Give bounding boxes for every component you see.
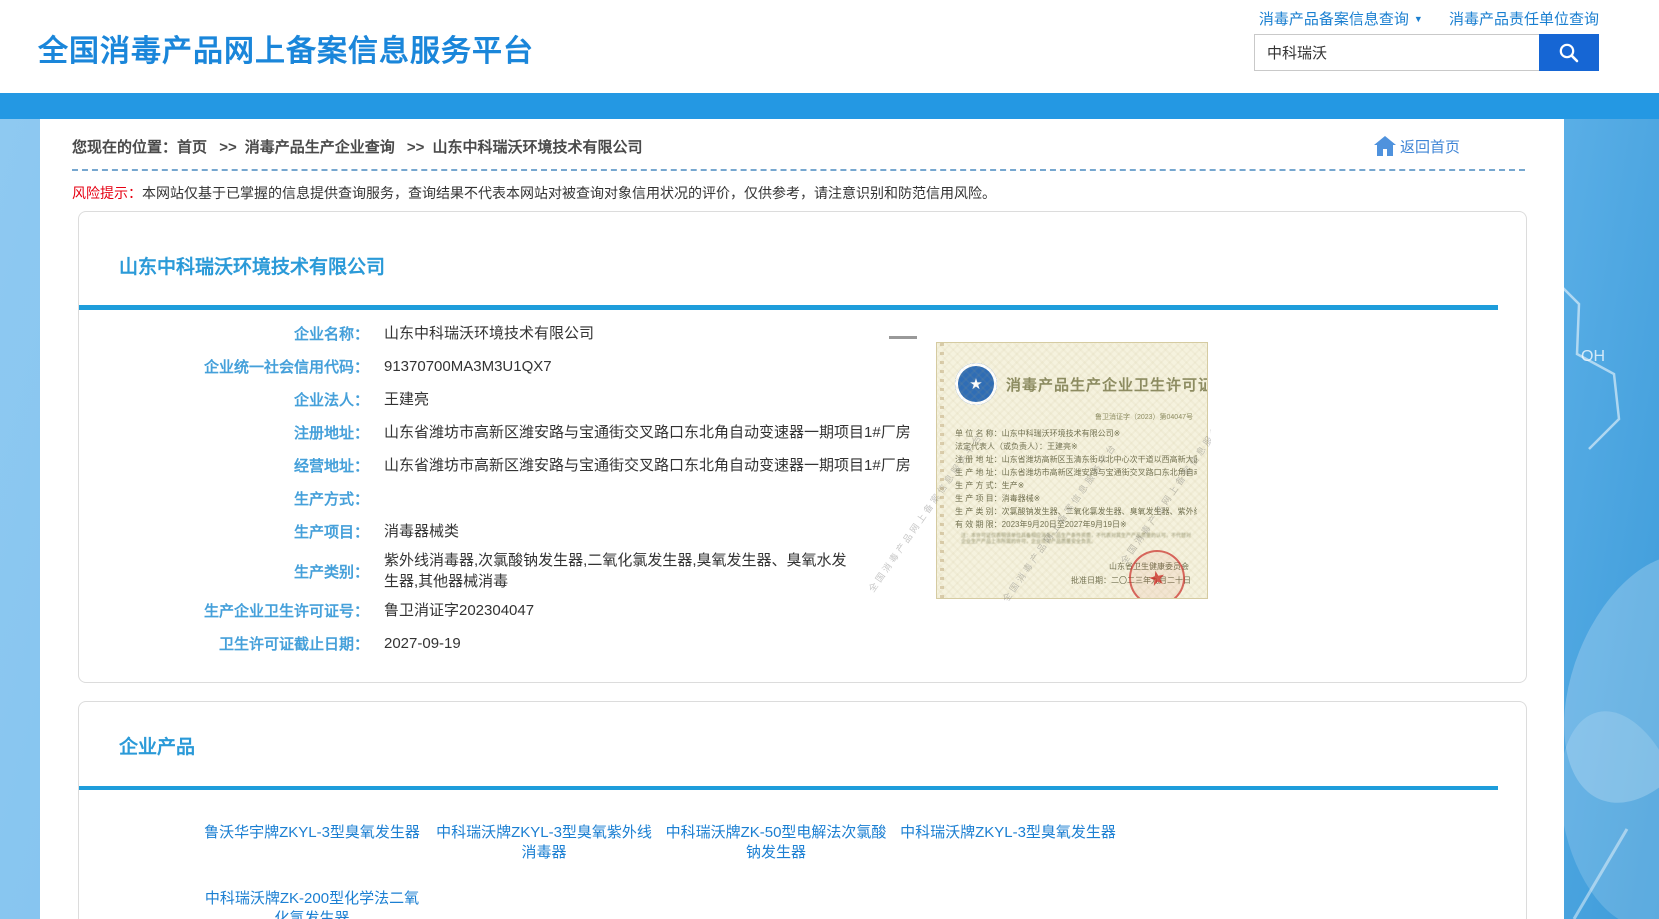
header-divider-bar <box>0 93 1659 119</box>
certificate-emblem-icon: ★ <box>955 363 997 405</box>
products-card-title: 企业产品 <box>79 702 1526 759</box>
product-item: 中科瑞沃牌ZKYL-3型臭氧发生器 <box>892 823 1124 863</box>
certificate-line: 有 效 期 限：2023年9月20日至2027年9月19日※ <box>955 518 1197 531</box>
page-background: O OH 您现在的位置：首页 >>消毒产品生产企业查询 >>山东中科瑞沃环境技术… <box>0 119 1659 919</box>
certificate-line: 法定代表人（或负责人）：王建亮※ <box>955 440 1197 453</box>
breadcrumb-home[interactable]: 首页 <box>177 139 207 156</box>
field-label: 企业统一社会信用代码： <box>79 356 369 377</box>
product-item: 中科瑞沃牌ZKYL-3型臭氧紫外线消毒器 <box>428 823 660 863</box>
svg-text:OH: OH <box>1581 348 1605 365</box>
certificate-line: 生 产 地 址：山东省潍坊市高新区潍安路与宝通街交叉路口东北角自动变速器一期项目… <box>955 466 1197 479</box>
card-title-underline <box>79 305 1498 310</box>
certificate-paper: ★ 消毒产品生产企业卫生许可证 鲁卫消证字（2023）第04047号 单 位 名… <box>936 342 1208 599</box>
field-label: 企业名称： <box>79 323 369 344</box>
field-label: 生产类别： <box>79 561 369 582</box>
site-header: 全国消毒产品网上备案信息服务平台 消毒产品备案信息查询 ▼ 消毒产品责任单位查询 <box>0 0 1659 93</box>
field-value: 2027-09-19 <box>384 633 461 654</box>
field-label: 注册地址： <box>79 422 369 443</box>
field-value: 鲁卫消证字202304047 <box>384 600 534 621</box>
nav-record-info-query-label: 消毒产品备案信息查询 <box>1259 11 1409 28</box>
certificate-line: 单 位 名 称：山东中科瑞沃环境技术有限公司※ <box>955 427 1197 440</box>
back-home-link[interactable]: 返回首页 <box>1373 135 1460 157</box>
product-link[interactable]: 鲁沃华宇牌ZKYL-3型臭氧发生器 <box>204 823 420 843</box>
field-label: 生产项目： <box>79 521 369 542</box>
home-icon <box>1373 135 1397 157</box>
search-button[interactable] <box>1539 34 1599 71</box>
field-value: 山东中科瑞沃环境技术有限公司 <box>384 323 594 344</box>
product-link[interactable]: 中科瑞沃牌ZKYL-3型臭氧紫外线消毒器 <box>432 823 656 863</box>
product-item: 中科瑞沃牌ZK-200型化学法二氧化氯发生器 <box>196 889 428 919</box>
company-fields: 企业名称： 山东中科瑞沃环境技术有限公司 企业统一社会信用代码： 91370700M… <box>79 317 979 660</box>
breadcrumb-company-query[interactable]: 消毒产品生产企业查询 <box>245 139 395 156</box>
product-item: 鲁沃华宇牌ZKYL-3型臭氧发生器 <box>196 823 428 863</box>
field-row-production-mode: 生产方式： <box>79 482 979 515</box>
breadcrumb-separator: >> <box>407 139 425 156</box>
dashed-divider <box>72 169 1525 171</box>
search-box <box>1254 34 1599 71</box>
field-value: 山东省潍坊市高新区潍安路与宝通街交叉路口东北角自动变速器一期项目1#厂房 <box>384 422 911 443</box>
header-right: 消毒产品备案信息查询 ▼ 消毒产品责任单位查询 <box>1237 8 1599 71</box>
breadcrumb: 您现在的位置：首页 >> 消毒产品生产企业查询 >> 山东中科瑞沃环境技术有限公司 <box>72 136 642 157</box>
company-info-card: 山东中科瑞沃环境技术有限公司 企业名称： 山东中科瑞沃环境技术有限公司 企业统一社… <box>78 211 1527 683</box>
field-label: 经营地址： <box>79 455 369 476</box>
product-link[interactable]: 中科瑞沃牌ZK-200型化学法二氧化氯发生器 <box>200 889 424 919</box>
risk-notice: 风险提示：本网站仅基于已掌握的信息提供查询服务，查询结果不代表本网站对被查询对象… <box>72 183 1564 203</box>
company-products-card: 企业产品 鲁沃华宇牌ZKYL-3型臭氧发生器 中科瑞沃牌ZKYL-3型臭氧紫外线… <box>78 701 1527 919</box>
card-title-underline <box>79 786 1498 790</box>
back-home-label: 返回首页 <box>1400 136 1460 157</box>
breadcrumb-prefix: 您现在的位置： <box>72 139 177 156</box>
top-nav: 消毒产品备案信息查询 ▼ 消毒产品责任单位查询 <box>1237 8 1599 29</box>
risk-notice-text: 本网站仅基于已掌握的信息提供查询服务，查询结果不代表本网站对被查询对象信用状况的… <box>142 185 996 201</box>
product-link[interactable]: 中科瑞沃牌ZKYL-3型臭氧发生器 <box>900 823 1116 843</box>
certificate-note: 注：本许可证仅表明该单位具备相应消毒产品生产条件资质，不代表对其生产产品质量的认… <box>961 533 1195 545</box>
chevron-down-icon: ▼ <box>1414 14 1423 24</box>
field-label: 卫生许可证截止日期： <box>79 633 369 654</box>
risk-notice-label: 风险提示： <box>72 185 142 201</box>
breadcrumb-separator: >> <box>219 139 237 156</box>
field-value: 91370700MA3M3U1QX7 <box>384 356 552 377</box>
search-input[interactable] <box>1254 34 1539 71</box>
products-grid: 鲁沃华宇牌ZKYL-3型臭氧发生器 中科瑞沃牌ZKYL-3型臭氧紫外线消毒器 中… <box>196 823 1526 919</box>
field-value: 山东省潍坊市高新区潍安路与宝通街交叉路口东北角自动变速器一期项目1#厂房 <box>384 455 911 476</box>
product-item: 中科瑞沃牌ZK-50型电解法次氯酸钠发生器 <box>660 823 892 863</box>
site-title: 全国消毒产品网上备案信息服务平台 <box>38 26 534 70</box>
certificate-title: 消毒产品生产企业卫生许可证 <box>1006 374 1208 395</box>
search-icon <box>1557 41 1581 65</box>
field-row-license-number: 生产企业卫生许可证号： 鲁卫消证字202304047 <box>79 594 979 627</box>
field-label: 生产方式： <box>79 488 369 509</box>
field-row-registered-address: 注册地址： 山东省潍坊市高新区潍安路与宝通街交叉路口东北角自动变速器一期项目1#厂… <box>79 416 979 449</box>
field-row-production-category: 生产类别： 紫外线消毒器,次氯酸钠发生器,二氧化氯发生器,臭氧发生器、臭氧水发生器… <box>79 548 979 594</box>
license-certificate-photo: ★ 消毒产品生产企业卫生许可证 鲁卫消证字（2023）第04047号 单 位 名… <box>859 329 1211 601</box>
nav-record-info-query[interactable]: 消毒产品备案信息查询 ▼ <box>1259 11 1423 28</box>
field-value: 消毒器械类 <box>384 521 459 542</box>
certificate-number: 鲁卫消证字（2023）第04047号 <box>937 412 1193 422</box>
field-value: 紫外线消毒器,次氯酸钠发生器,二氧化氯发生器,臭氧发生器、臭氧水发生器,其他器械… <box>384 550 849 592</box>
product-link[interactable]: 中科瑞沃牌ZK-50型电解法次氯酸钠发生器 <box>664 823 888 863</box>
field-label: 生产企业卫生许可证号： <box>79 600 369 621</box>
field-row-company-name: 企业名称： 山东中科瑞沃环境技术有限公司 <box>79 317 979 350</box>
field-value: 王建亮 <box>384 389 429 410</box>
breadcrumb-current: 山东中科瑞沃环境技术有限公司 <box>432 139 642 156</box>
field-label: 企业法人： <box>79 389 369 410</box>
field-row-legal-person: 企业法人： 王建亮 <box>79 383 979 416</box>
field-row-business-address: 经营地址： 山东省潍坊市高新区潍安路与宝通街交叉路口东北角自动变速器一期项目1#厂… <box>79 449 979 482</box>
field-row-license-expiry: 卫生许可证截止日期： 2027-09-19 <box>79 627 979 660</box>
nav-responsible-unit-query[interactable]: 消毒产品责任单位查询 <box>1449 11 1599 28</box>
breadcrumb-row: 您现在的位置：首页 >>消毒产品生产企业查询 >>山东中科瑞沃环境技术有限公司 … <box>40 119 1564 157</box>
company-card-title: 山东中科瑞沃环境技术有限公司 <box>79 212 1526 279</box>
page: 全国消毒产品网上备案信息服务平台 消毒产品备案信息查询 ▼ 消毒产品责任单位查询 <box>0 0 1659 919</box>
field-row-credit-code: 企业统一社会信用代码： 91370700MA3M3U1QX7 <box>79 350 979 383</box>
certificate-header: ★ 消毒产品生产企业卫生许可证 <box>955 363 1197 405</box>
content-container: 您现在的位置：首页 >> 消毒产品生产企业查询 >> 山东中科瑞沃环境技术有限公司 … <box>40 119 1564 919</box>
field-row-production-project: 生产项目： 消毒器械类 <box>79 515 979 548</box>
certificate-line: 注 册 地 址：山东省潍坊高新区玉清东街以北中心次干道以西高新大厦902号科研楼 <box>955 453 1197 466</box>
